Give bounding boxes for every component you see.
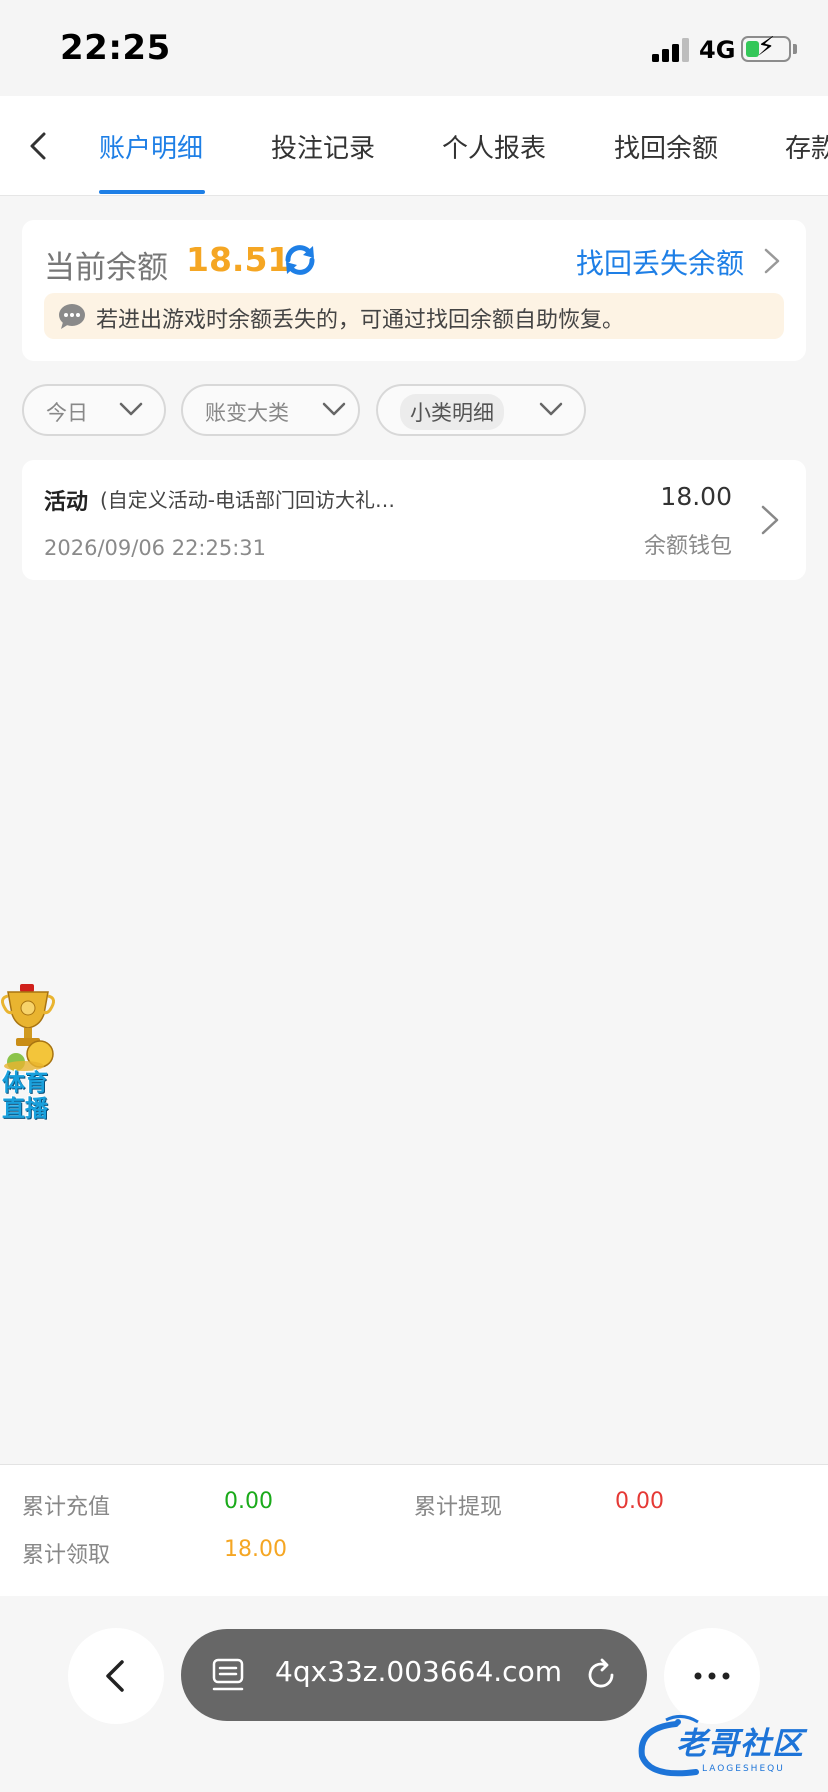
notice-text: 若进出游戏时余额丢失的，可通过找回余额自助恢复。: [96, 308, 625, 333]
record-amount: 18.00: [660, 482, 732, 511]
tab-account-details[interactable]: 账户明细: [99, 128, 203, 165]
more-options-button[interactable]: [664, 1628, 760, 1724]
record-time: 2026/09/06 22:25:31: [44, 536, 267, 560]
status-time: 22:25: [60, 28, 171, 68]
trophy-icon: [1, 984, 55, 1071]
tab-deposit[interactable]: 存款: [785, 128, 828, 165]
active-tab-indicator: [99, 190, 205, 194]
balance-label: 当前余额: [44, 250, 168, 286]
battery-icon: ⚡: [741, 34, 791, 62]
url-text: 4qx33z.003664.com: [275, 1655, 562, 1688]
signal-icon: [652, 38, 692, 62]
balance-card: 当前余额 18.51 找回丢失余额 若进出游戏时余额丢失的，可通过找回余额自助恢…: [22, 220, 806, 361]
filter-date-label: 今日: [46, 401, 88, 425]
list-item[interactable]: 活动 (自定义活动-电话部门回访大礼… 2026/09/06 22:25:31 …: [22, 460, 806, 580]
filter-subcategory-label: 小类明细: [400, 394, 504, 430]
back-arrow-icon[interactable]: [18, 126, 58, 166]
battery-tip: [793, 44, 797, 54]
watermark-subtext: LAOGESHEQU: [702, 1764, 785, 1774]
watermark-logo: 老哥社区 LAOGESHEQU: [636, 1712, 816, 1782]
chevron-down-icon: [539, 402, 563, 416]
refresh-icon[interactable]: [280, 240, 320, 280]
filter-subcategory[interactable]: 小类明细: [376, 384, 586, 436]
sports-live-float-button[interactable]: 体育 直播: [0, 982, 58, 1124]
message-icon: [59, 304, 85, 329]
status-bar: 22:25 4G ⚡: [0, 0, 828, 96]
chevron-right-icon[interactable]: [760, 246, 784, 276]
recover-notice: 若进出游戏时余额丢失的，可通过找回余额自助恢复。: [44, 293, 784, 339]
recover-lost-balance-link[interactable]: 找回丢失余额: [576, 242, 744, 282]
chevron-down-icon: [322, 402, 346, 416]
balance-amount: 18.51: [186, 240, 291, 279]
sports-live-label: 体育 直播: [2, 1070, 48, 1122]
filter-major-category-label: 账变大类: [205, 401, 289, 425]
record-wallet: 余额钱包: [643, 534, 732, 559]
summary-panel: 累计充值 0.00 累计提现 0.00 累计领取 18.00: [0, 1464, 828, 1596]
filter-major-category[interactable]: 账变大类: [181, 384, 360, 436]
watermark-text: 老哥社区: [676, 1726, 804, 1762]
total-withdraw-label: 累计提现: [414, 1495, 503, 1520]
browser-back-button[interactable]: [68, 1628, 164, 1724]
tab-recover-balance[interactable]: 找回余额: [614, 128, 718, 165]
chevron-left-icon: [106, 1660, 124, 1692]
record-description: (自定义活动-电话部门回访大礼…: [100, 488, 396, 512]
filter-date[interactable]: 今日: [22, 384, 166, 436]
chevron-right-icon[interactable]: [758, 502, 782, 538]
address-bar[interactable]: 4qx33z.003664.com: [181, 1629, 647, 1721]
reload-icon[interactable]: [583, 1657, 619, 1693]
total-claim-value: 18.00: [224, 1537, 287, 1562]
chevron-down-icon: [119, 402, 143, 416]
total-deposit-label: 累计充值: [22, 1495, 111, 1520]
total-withdraw-value: 0.00: [615, 1489, 664, 1514]
page-menu-icon[interactable]: [211, 1657, 245, 1695]
tab-bet-records[interactable]: 投注记录: [271, 128, 375, 165]
more-dots-icon: [694, 1672, 730, 1680]
record-type: 活动: [44, 490, 89, 515]
total-claim-label: 累计领取: [22, 1543, 111, 1568]
tab-personal-report[interactable]: 个人报表: [442, 128, 546, 165]
network-type: 4G: [699, 36, 736, 64]
tab-bar: 账户明细 投注记录 个人报表 找回余额 存款: [0, 96, 828, 196]
total-deposit-value: 0.00: [224, 1489, 273, 1514]
